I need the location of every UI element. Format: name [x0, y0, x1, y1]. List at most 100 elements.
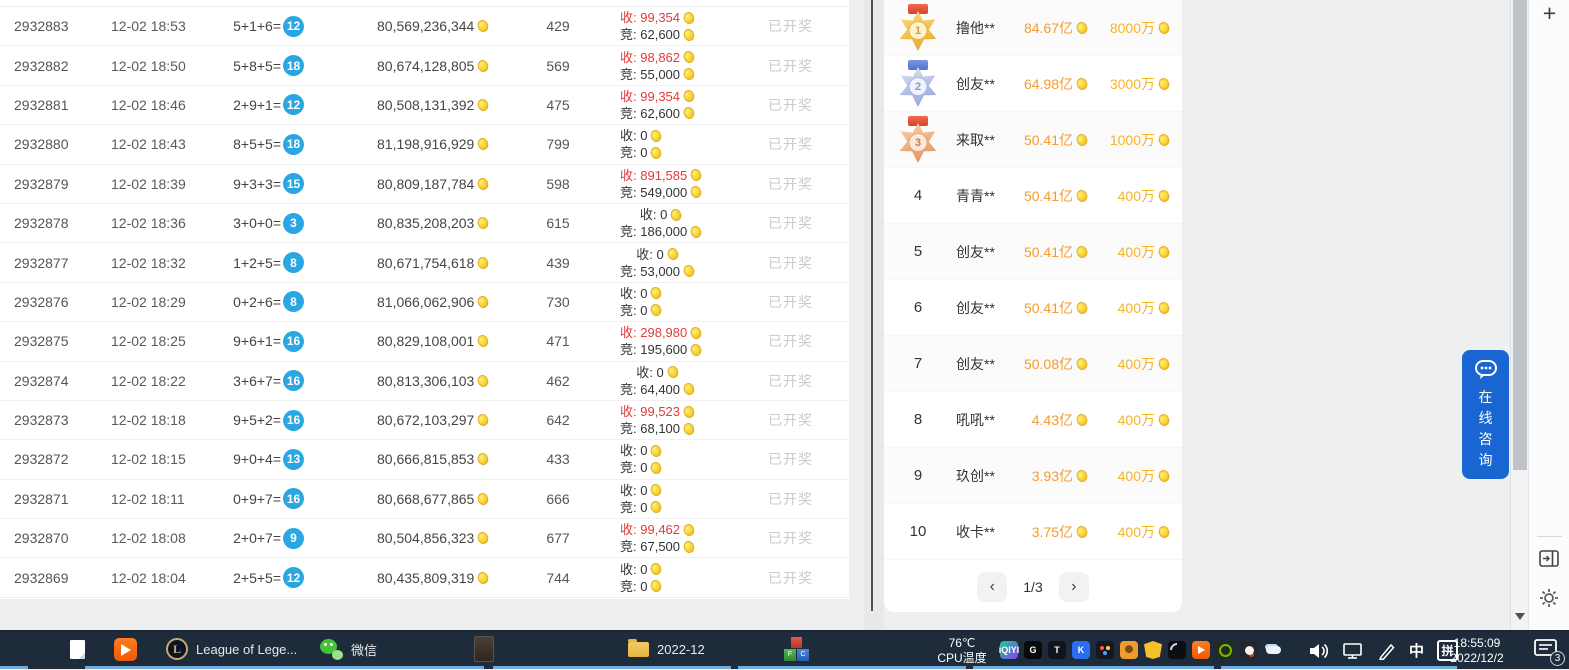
jing-value: 62,600 — [640, 105, 680, 122]
scrollbar-thumb[interactable] — [1513, 0, 1527, 470]
k-app-tray-icon[interactable]: K — [1072, 641, 1090, 659]
rank-number: 7 — [914, 355, 922, 372]
taskbar-wechat-button[interactable]: 微信 — [320, 631, 377, 667]
coin-icon — [1075, 244, 1089, 259]
rank-cell: 5 5 — [892, 243, 944, 260]
orange-player-tray-icon[interactable] — [1192, 641, 1210, 659]
sidebar-settings-gear-icon[interactable] — [1539, 588, 1559, 613]
shou-value: 0 — [640, 442, 647, 459]
open-sidebar-icon[interactable] — [1539, 550, 1559, 572]
volume-icon[interactable] — [1308, 642, 1330, 660]
status-badge: 已开奖 — [768, 86, 813, 124]
cpu-temperature-widget[interactable]: 76℃ CPU温度 — [930, 631, 994, 670]
draw-time: 12-02 18:43 — [111, 125, 186, 163]
shou-line: 收: 99,462 — [620, 521, 695, 538]
jing-label: 竞: — [620, 223, 637, 240]
coin-icon — [476, 216, 490, 231]
taskbar-lol-button[interactable]: L League of Lege... — [166, 631, 297, 667]
rank-cell: 7 7 — [892, 355, 944, 372]
lottery-results-table: 2932883 12-02 18:53 5+1+6= 12 80,569,236… — [0, 0, 849, 599]
browser-scrollbar[interactable] — [1510, 0, 1528, 630]
jing-line: 竞: 186,000 — [620, 223, 702, 240]
vertical-divider — [871, 0, 873, 611]
coin-icon — [650, 146, 664, 161]
status-badge: 已开奖 — [768, 125, 813, 163]
player-total-value: 50.41亿 — [1024, 242, 1073, 262]
iqiyi-tray-icon[interactable]: iQIYI — [1000, 641, 1018, 659]
pagination-next-button[interactable]: › — [1059, 572, 1089, 602]
player-total-value: 3.93亿 — [1032, 466, 1073, 486]
pool-amount-value: 80,435,809,319 — [377, 570, 474, 586]
notepad-icon — [70, 640, 85, 659]
shou-jing-cell: 收: 0 竞: 186,000 — [620, 204, 702, 242]
pool-amount: 80,668,677,865 — [377, 480, 489, 518]
taskbar-blocks-app-button[interactable]: FC — [784, 631, 809, 667]
coin-icon — [1075, 132, 1089, 147]
huorong-tray-icon[interactable] — [1144, 641, 1162, 659]
jing-value: 0 — [640, 459, 647, 476]
jing-line: 竞: 68,100 — [620, 420, 695, 437]
orange-game-tray-icon[interactable] — [1120, 641, 1138, 659]
satellite-tray-icon[interactable] — [1168, 641, 1186, 659]
rings-app-tray-icon[interactable] — [1096, 641, 1114, 659]
pool-amount-value: 80,504,856,323 — [377, 530, 474, 546]
cloud-drive-tray-icon[interactable] — [1264, 641, 1282, 659]
network-icon[interactable] — [1343, 642, 1365, 660]
sidebar-add-button[interactable]: + — [1529, 0, 1569, 27]
draw-id: 2932879 — [14, 165, 69, 203]
jing-value: 549,000 — [640, 184, 687, 201]
player-total: 50.41亿 — [998, 130, 1088, 150]
coin-icon — [476, 58, 490, 73]
taskbar-orange-app-button[interactable] — [114, 631, 137, 667]
formula-text: 9+3+3= — [233, 176, 281, 192]
shou-label: 收: — [620, 561, 637, 578]
player-total: 50.41亿 — [998, 242, 1088, 262]
player-total: 50.41亿 — [998, 298, 1088, 318]
pagination-prev-button[interactable]: ‹ — [977, 572, 1007, 602]
ime-language-icon[interactable]: 中 — [1409, 640, 1424, 661]
shou-line: 收: 99,354 — [620, 9, 695, 26]
pen-icon[interactable] — [1378, 642, 1396, 660]
tim-tray-icon[interactable]: T — [1048, 641, 1066, 659]
player-bonus: 3000万 — [1088, 74, 1170, 94]
jing-label: 竞: — [620, 263, 637, 280]
table-row: 2932883 12-02 18:53 5+1+6= 12 80,569,236… — [0, 7, 849, 46]
scrollbar-down-arrow[interactable] — [1515, 613, 1525, 620]
jing-line: 竞: 62,600 — [620, 26, 695, 43]
taskbar-clock[interactable]: 18:55:09 2022/12/2 — [1440, 631, 1514, 670]
system-tray: iQIYI G T K — [1000, 641, 1282, 659]
status-badge: 已开奖 — [768, 165, 813, 203]
sum-badge: 8 — [283, 291, 304, 312]
draw-formula: 1+2+5= 8 — [212, 243, 304, 281]
player-bonus-value: 400万 — [1118, 466, 1155, 486]
player-total-value: 50.41亿 — [1024, 130, 1073, 150]
jing-label: 竞: — [620, 184, 637, 201]
shou-value: 0 — [640, 561, 647, 578]
pool-amount-value: 80,569,236,344 — [377, 18, 474, 34]
jing-value: 195,600 — [640, 341, 687, 358]
shou-value: 891,585 — [640, 167, 687, 184]
player-name: 来取** — [956, 130, 998, 150]
wechat-window-label: 微信 — [351, 640, 377, 659]
notification-center-icon[interactable]: 3 — [1533, 637, 1563, 664]
status-badge: 已开奖 — [768, 558, 813, 596]
player-total-value: 64.98亿 — [1024, 74, 1073, 94]
chat-bubble-icon — [1474, 359, 1498, 381]
pool-amount: 80,813,306,103 — [377, 362, 489, 400]
coin-icon — [666, 365, 680, 380]
taskbar-notepad-button[interactable] — [70, 631, 85, 667]
shou-label: 收: — [636, 364, 653, 381]
medal-rank: 3 — [909, 133, 928, 152]
rank-number: 8 — [914, 411, 922, 428]
panda-app-tray-icon[interactable] — [1240, 641, 1258, 659]
player-total-value: 50.41亿 — [1024, 298, 1073, 318]
results-rows: 2932883 12-02 18:53 5+1+6= 12 80,569,236… — [0, 7, 849, 598]
taskbar-folder-button[interactable]: 2022-12 — [628, 631, 705, 667]
draw-formula: 8+5+5= 18 — [212, 125, 304, 163]
panel-gap — [864, 0, 884, 630]
nvidia-tray-icon[interactable] — [1216, 641, 1234, 659]
taskbar-dark-app-button[interactable] — [474, 631, 494, 667]
online-chat-button[interactable]: 在线咨询 — [1462, 350, 1509, 479]
logitech-g-tray-icon[interactable]: G — [1024, 641, 1042, 659]
leaderboard-pagination: ‹ 1/3 › — [884, 560, 1182, 614]
